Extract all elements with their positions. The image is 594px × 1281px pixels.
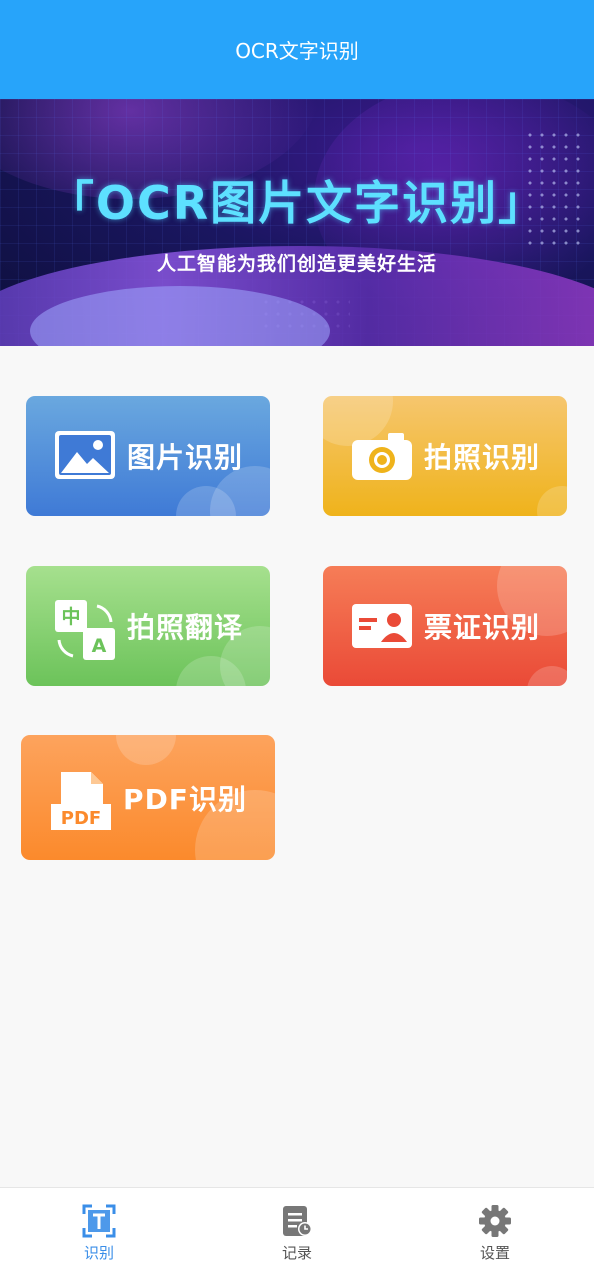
card-decoration (537, 486, 567, 516)
app-bar: OCR文字识别 (0, 0, 594, 99)
banner-subtitle: 人工智能为我们创造更美好生活 (156, 253, 437, 275)
app-title: OCR文字识别 (235, 39, 359, 63)
tab-history[interactable]: 记录 (198, 1188, 396, 1281)
image-recognition-label: 图片识别 (126, 441, 243, 474)
bottom-tab-bar: 识别 记录 设置 (0, 1187, 594, 1281)
photo-translate-button[interactable]: 中 A 拍照翻译 (26, 566, 270, 686)
photo-recognition-button[interactable]: 拍照识别 (323, 396, 567, 516)
pdf-icon: PDF (49, 770, 113, 830)
pdf-recognition-label: PDF识别 (123, 782, 247, 816)
image-icon (53, 428, 117, 484)
tab-settings-label: 设置 (479, 1244, 510, 1262)
tab-settings[interactable]: 设置 (396, 1188, 594, 1281)
history-document-icon (283, 1206, 312, 1236)
photo-translate-label: 拍照翻译 (126, 611, 243, 644)
card-decoration (116, 735, 176, 765)
certificate-recognition-button[interactable]: 票证识别 (323, 566, 567, 686)
pdf-recognition-button[interactable]: PDF PDF识别 (21, 735, 275, 860)
card-decoration (527, 666, 567, 686)
camera-icon (350, 428, 414, 484)
translate-icon: 中 A (53, 598, 117, 660)
pdf-icon-text: PDF (61, 808, 101, 829)
tab-recognize[interactable]: 识别 (0, 1188, 198, 1281)
tab-history-label: 记录 (281, 1244, 312, 1262)
photo-recognition-label: 拍照识别 (423, 441, 540, 474)
certificate-recognition-label: 票证识别 (423, 611, 540, 644)
id-card-icon (350, 598, 414, 654)
tab-recognize-label: 识别 (83, 1244, 114, 1262)
banner-title: 「OCR图片文字识别」 (47, 176, 547, 230)
translate-icon-cn: 中 (61, 605, 80, 628)
banner: 「OCR图片文字识别」 人工智能为我们创造更美好生活 (0, 99, 594, 346)
image-recognition-button[interactable]: 图片识别 (26, 396, 270, 516)
text-scan-icon (82, 1204, 116, 1238)
gear-icon (479, 1205, 511, 1237)
translate-icon-en: A (92, 635, 107, 657)
